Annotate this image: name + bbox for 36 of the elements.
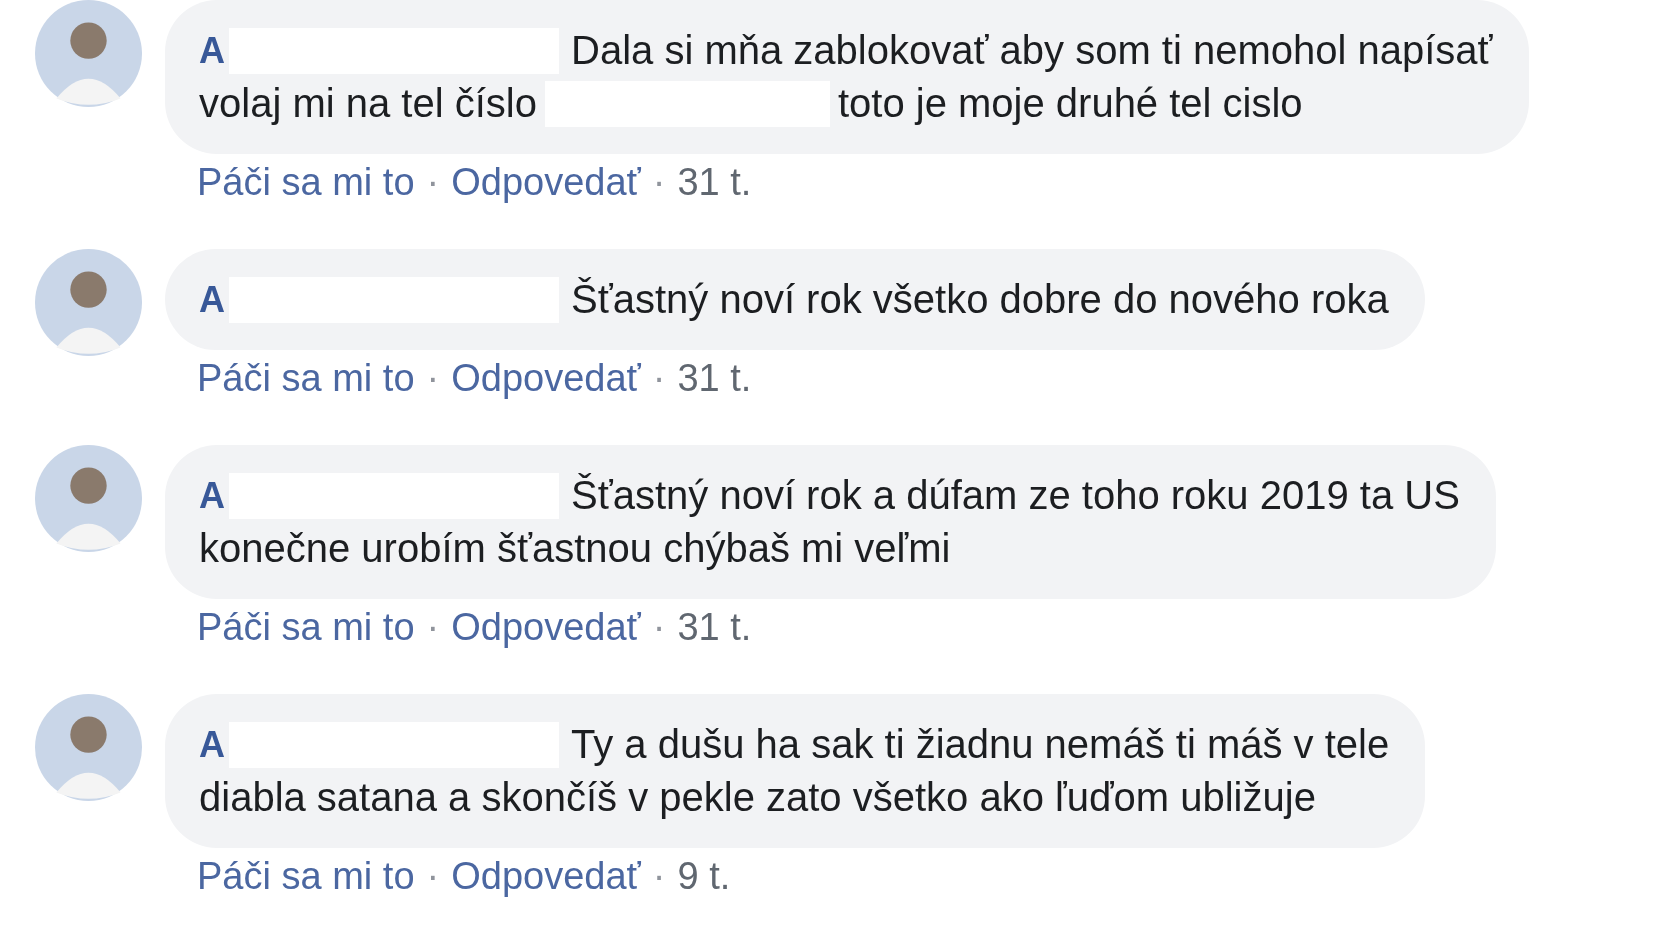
separator-dot: · [652,358,666,398]
separator-dot: · [652,856,666,896]
action-link[interactable]: Odpovedať [451,607,641,647]
action-link[interactable]: Odpovedať [451,358,641,398]
action-link[interactable]: Páči sa mi to [197,162,415,202]
timestamp[interactable]: 31 t. [677,358,752,398]
comment-text: Šťastný noví rok všetko dobre do nového roka [571,276,1389,323]
timestamp[interactable]: 31 t. [677,607,752,647]
author-link[interactable]: A [199,24,225,77]
author-link[interactable]: A [199,469,225,522]
timestamp[interactable]: 31 t. [677,162,752,202]
action-link[interactable]: Páči sa mi to [197,607,415,647]
action-link[interactable]: Páči sa mi to [197,856,415,896]
action-link[interactable]: Odpovedať [451,162,641,202]
author-link[interactable]: A [199,273,225,326]
separator-dot: · [426,607,440,647]
timestamp[interactable]: 9 t. [677,856,731,896]
separator-dot: · [426,856,440,896]
action-link[interactable]: Páči sa mi to [197,358,415,398]
separator-dot: · [652,162,666,202]
author-link[interactable]: A [199,718,225,771]
comment-text: Ty a dušu ha sak ti žiadnu nemáš ti máš v tele [571,721,1390,768]
comment-text: konečne urobím šťastnou chýbaš mi veľmi [199,525,951,572]
comment-text: Šťastný noví rok a dúfam ze toho roku 2019 ta US [571,472,1460,519]
avatar-icon[interactable] [35,249,142,356]
separator-dot: · [652,607,666,647]
separator-dot: · [426,162,440,202]
action-link[interactable]: Odpovedať [451,856,641,896]
comment-text: toto je moje druhé tel cislo [837,80,1303,127]
avatar-icon[interactable] [35,445,142,552]
separator-dot: · [426,358,440,398]
avatar-icon[interactable] [35,0,142,107]
comment-text: diabla satana a skončíš v pekle zato všetko ako ľuďom ubližuje [199,774,1316,821]
avatar-icon[interactable] [35,694,142,801]
comment-text: Dala si mňa zablokovať aby som ti nemohol napísať [571,27,1493,74]
comment-text: volaj mi na tel číslo [199,80,537,127]
